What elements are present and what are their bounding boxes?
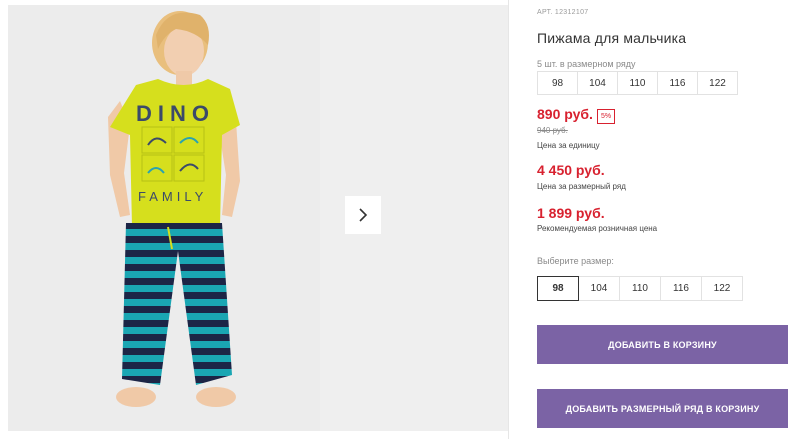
product-title: Пижама для мальчика (537, 30, 687, 46)
size-option-104[interactable]: 104 (578, 276, 620, 301)
article-number: АРТ. 12312107 (537, 9, 589, 16)
rrp-price: 1 899 руб. (537, 205, 605, 221)
product-photo[interactable]: DINO FAMILY (8, 5, 320, 431)
unit-price: 890 руб. (537, 106, 593, 122)
pack-size-item: 116 (657, 71, 698, 95)
add-pack-to-cart-button[interactable]: ДОБАВИТЬ РАЗМЕРНЫЙ РЯД В КОРЗИНУ (537, 389, 788, 428)
old-price: 940 руб. (537, 126, 568, 135)
chevron-right-icon (359, 208, 368, 222)
size-option-110[interactable]: 110 (619, 276, 661, 301)
unit-price-note: Цена за единицу (537, 141, 600, 150)
pack-size-item: 110 (617, 71, 658, 95)
pack-size-item: 104 (577, 71, 618, 95)
pack-size-item: 122 (697, 71, 738, 95)
size-option-122[interactable]: 122 (701, 276, 743, 301)
rrp-price-note: Рекомендуемая розничная цена (537, 224, 658, 233)
shirt-print-text: DINO (136, 101, 215, 126)
size-option-98[interactable]: 98 (537, 276, 579, 301)
boy-in-pajamas-image: DINO FAMILY (8, 5, 320, 431)
pack-size-item: 98 (537, 71, 578, 95)
pack-size-list: 98 104 110 116 122 (537, 71, 738, 95)
pack-price: 4 450 руб. (537, 162, 605, 178)
size-picker-label: Выберите размер: (537, 256, 614, 266)
pack-price-note: Цена за размерный ряд (537, 182, 626, 191)
shirt-print-text-bottom: FAMILY (138, 189, 207, 204)
next-image-button[interactable] (345, 196, 381, 234)
product-gallery: DINO FAMILY (0, 0, 508, 439)
add-to-cart-button[interactable]: ДОБАВИТЬ В КОРЗИНУ (537, 325, 788, 364)
discount-badge: 5% (597, 109, 616, 124)
column-divider (508, 0, 509, 439)
pack-caption: 5 шт. в размерном ряду (537, 59, 636, 69)
size-picker: 98 104 110 116 122 (537, 276, 743, 301)
size-option-116[interactable]: 116 (660, 276, 702, 301)
